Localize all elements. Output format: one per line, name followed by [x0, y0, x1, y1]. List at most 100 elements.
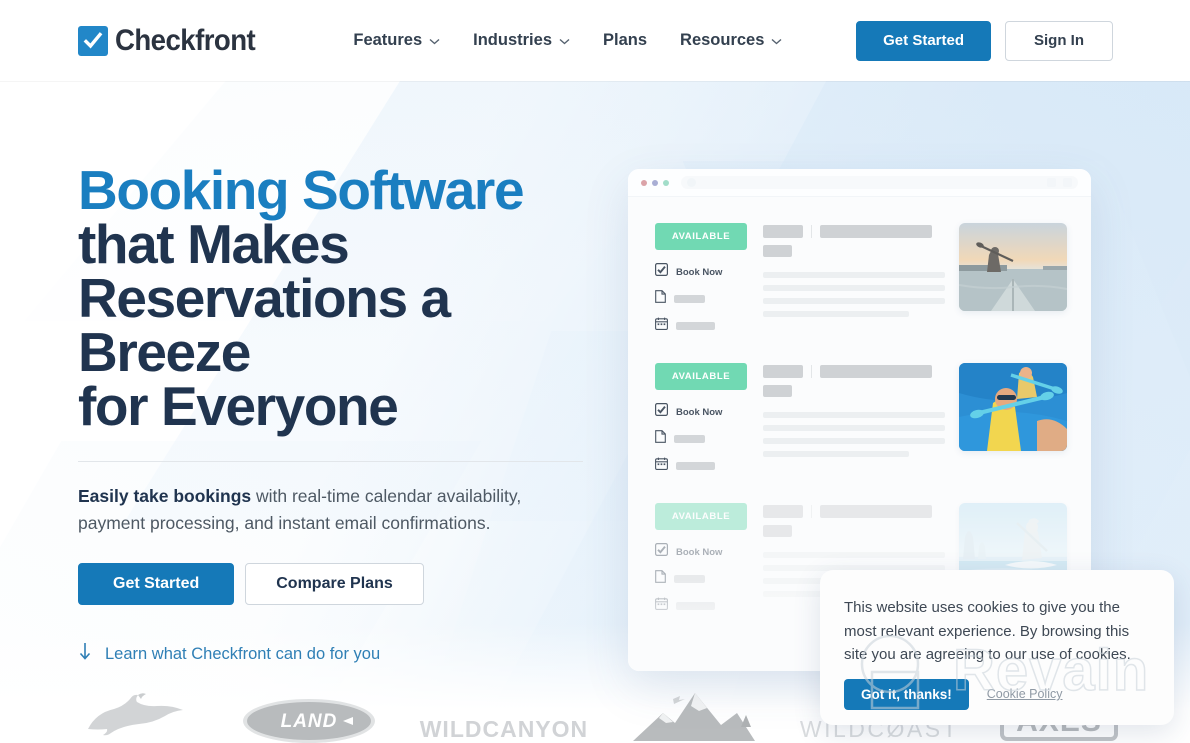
document-line	[655, 290, 747, 308]
cookie-actions: Got it, thanks! Cookie Policy	[844, 678, 1150, 710]
calendar-line	[655, 317, 747, 335]
skeleton-bar	[763, 311, 909, 317]
headline-line-3: Reservations a Breeze	[78, 267, 451, 383]
skeleton-bar	[676, 322, 715, 330]
skeleton-bar	[763, 365, 803, 378]
skeleton-divider	[811, 225, 812, 238]
skeleton-lines	[763, 412, 951, 457]
document-icon	[655, 570, 666, 588]
logo-wildcanyon-label: WILDCANYON	[419, 716, 589, 742]
checkbox-icon	[655, 263, 669, 281]
skeleton-bar	[676, 602, 715, 610]
site-header: Checkfront Features Industries Plans Res…	[0, 0, 1190, 81]
status-badge: AVAILABLE	[655, 363, 747, 390]
hero-copy: Booking Software that Makes Reservations…	[78, 163, 598, 666]
mockup-chrome-actions	[1047, 178, 1072, 187]
cookie-banner: This website uses cookies to give you th…	[820, 570, 1174, 725]
calendar-line	[655, 457, 747, 475]
document-icon	[655, 430, 666, 448]
cookie-message: This website uses cookies to give you th…	[844, 599, 1131, 663]
skeleton-title-row	[763, 505, 951, 518]
skeleton-bar	[676, 462, 715, 470]
logo-wildcanyon: WILDCANYON	[420, 716, 588, 743]
hero-cta-row: Get Started Compare Plans	[78, 563, 598, 605]
nav-item-features[interactable]: Features	[353, 31, 440, 50]
booking-row-skeleton	[747, 363, 951, 475]
skeleton-bar	[820, 505, 932, 518]
nav-item-plans[interactable]: Plans	[603, 31, 647, 50]
page-title: Booking Software that Makes Reservations…	[78, 163, 598, 434]
cookie-policy-link[interactable]: Cookie Policy	[987, 687, 1063, 701]
nav-label: Resources	[680, 31, 765, 49]
skeleton-title-row	[763, 225, 951, 238]
mockup-address-bar	[681, 176, 1078, 189]
close-dot-icon	[641, 179, 647, 186]
logo-mountain	[629, 685, 759, 743]
skeleton-bar	[763, 245, 792, 257]
skeleton-bar	[820, 225, 932, 238]
checkbox-icon	[655, 403, 669, 421]
booking-row-meta: Book Now	[655, 543, 747, 615]
skeleton-bar	[763, 525, 792, 537]
chevron-down-icon	[559, 31, 570, 50]
header-actions: Get Started Sign In	[856, 20, 1113, 61]
page-root: Checkfront Features Industries Plans Res…	[0, 0, 1190, 743]
skeleton-bar	[763, 451, 909, 457]
book-now-label: Book Now	[676, 266, 723, 278]
cookie-accept-button[interactable]: Got it, thanks!	[844, 678, 969, 710]
booking-row-meta: Book Now	[655, 263, 747, 335]
nav-item-resources[interactable]: Resources	[680, 31, 782, 50]
skeleton-bar	[763, 298, 945, 304]
get-started-button[interactable]: Get Started	[856, 20, 991, 61]
calendar-line	[655, 597, 747, 615]
chevron-down-icon	[429, 31, 440, 50]
brand-logo[interactable]: Checkfront	[78, 24, 267, 58]
brand-name: Checkfront	[115, 23, 256, 57]
skeleton-bar	[763, 272, 945, 278]
nav-item-industries[interactable]: Industries	[473, 31, 570, 50]
skeleton-bar	[763, 438, 945, 444]
document-line	[655, 430, 747, 448]
booking-row-left: AVAILABLE Book Now	[655, 503, 747, 615]
headline-line-4: for Everyone	[78, 375, 399, 437]
skeleton-divider	[811, 365, 812, 378]
nav-label: Plans	[603, 31, 648, 49]
booking-row: AVAILABLE Book Now	[628, 223, 1091, 335]
skeleton-bar	[763, 505, 803, 518]
svg-text:LAND: LAND	[280, 711, 337, 732]
headline-line-2: that Makes	[78, 213, 350, 275]
hero-subtitle: Easily take bookings with real-time cale…	[78, 483, 548, 537]
chevron-down-icon	[771, 31, 782, 50]
status-badge: AVAILABLE	[655, 223, 747, 250]
logo-jaguar	[78, 683, 198, 743]
booking-row-meta: Book Now	[655, 403, 747, 475]
bookmark-icon	[1047, 178, 1056, 187]
main-nav: Features Industries Plans Resources	[353, 31, 782, 50]
document-line	[655, 570, 747, 588]
book-now-line: Book Now	[655, 543, 747, 561]
booking-row-skeleton	[747, 223, 951, 335]
headline-accent: Booking Software	[78, 159, 525, 221]
skeleton-bar	[763, 225, 803, 238]
skeleton-bar	[763, 552, 945, 558]
divider	[78, 461, 583, 462]
checkbox-icon	[655, 543, 669, 561]
book-now-line: Book Now	[655, 403, 747, 421]
skeleton-bar	[674, 575, 705, 583]
skeleton-bar	[763, 385, 792, 397]
book-now-label: Book Now	[676, 406, 723, 418]
nav-label: Features	[353, 31, 423, 49]
skeleton-bar	[674, 435, 705, 443]
sign-in-button[interactable]: Sign In	[1005, 20, 1113, 61]
skeleton-bar	[820, 365, 932, 378]
booking-row-left: AVAILABLE Book Now	[655, 363, 747, 475]
calendar-icon	[655, 317, 668, 335]
menu-icon	[1063, 178, 1072, 187]
nav-label: Industries	[473, 31, 552, 49]
skeleton-bar	[763, 412, 945, 418]
hero-get-started-button[interactable]: Get Started	[78, 563, 235, 605]
calendar-icon	[655, 457, 668, 475]
maximize-dot-icon	[663, 179, 669, 186]
compare-plans-button[interactable]: Compare Plans	[245, 563, 424, 605]
skeleton-divider	[811, 505, 812, 518]
